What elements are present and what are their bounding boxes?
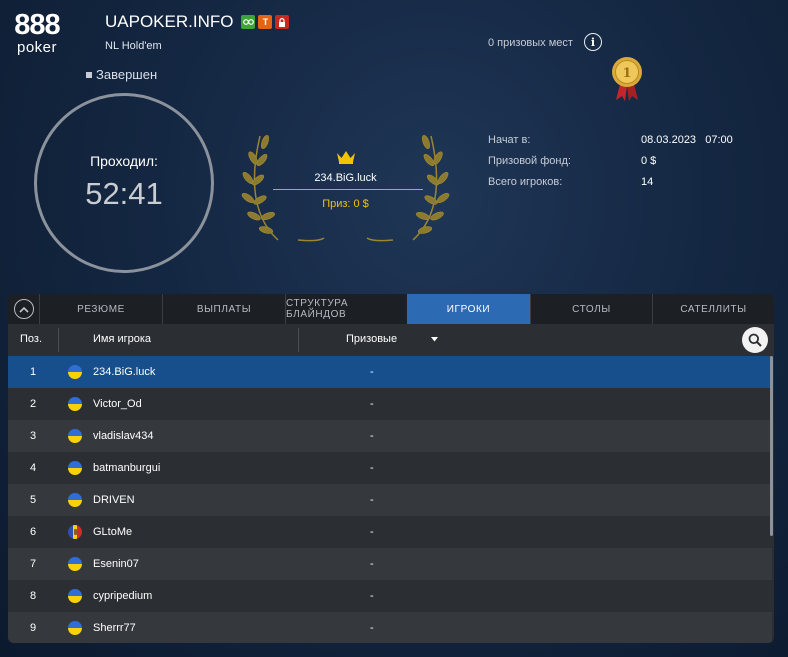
- players-list: 1 234.BiG.luck -2 Victor_Od -3 vladislav434-4…: [8, 356, 772, 643]
- player-prize: -: [370, 526, 374, 538]
- player-prize: -: [370, 590, 374, 602]
- table-row[interactable]: 5 DRIVEN -: [8, 484, 772, 516]
- total-players-label: Всего игроков:: [488, 176, 563, 188]
- table-row[interactable]: 3 vladislav434 -: [8, 420, 772, 452]
- player-name: DRIVEN: [93, 494, 135, 506]
- ukraine-flag-icon: [68, 365, 82, 379]
- ukraine-flag-icon: [68, 429, 82, 443]
- winner-prize: Приз: 0 $: [322, 198, 369, 210]
- scrollbar[interactable]: [770, 356, 773, 536]
- tournament-title: UAPOKER.INFO Т: [105, 12, 290, 32]
- tab-blind-structure[interactable]: СТРУКТУРА БЛАЙНДОВ: [285, 294, 407, 324]
- started-value: 08.03.2023 07:00: [641, 134, 733, 146]
- tab-summary[interactable]: РЕЗЮМЕ: [39, 294, 162, 324]
- glasses-icon: [241, 15, 256, 29]
- column-divider: [58, 328, 59, 352]
- player-name: cypripedium: [93, 590, 153, 602]
- lock-icon: [275, 15, 290, 29]
- ukraine-flag-icon: [68, 621, 82, 635]
- player-prize: -: [370, 430, 374, 442]
- duration-label: Проходил:: [90, 153, 158, 169]
- table-row[interactable]: 4 batmanburgui -: [8, 452, 772, 484]
- ukraine-flag-icon: [68, 557, 82, 571]
- search-icon: [748, 333, 762, 347]
- status-text: Завершен: [96, 67, 158, 82]
- crown-icon: [337, 151, 355, 164]
- player-prize: -: [370, 622, 374, 634]
- col-name-header[interactable]: Имя игрока: [93, 333, 151, 345]
- turbo-icon: Т: [258, 15, 273, 29]
- winner-panel: 234.BiG.luck Приз: 0 $: [238, 128, 453, 244]
- player-name: GLtoMe: [93, 526, 133, 538]
- 888poker-logo: 888 poker: [8, 10, 66, 60]
- winner-divider: [273, 189, 423, 190]
- player-position: 3: [29, 430, 37, 442]
- table-row[interactable]: 2 Victor_Od -: [8, 388, 772, 420]
- player-name: Esenin07: [93, 558, 139, 570]
- player-name: batmanburgui: [93, 462, 161, 474]
- duration-value: 52:41: [85, 176, 163, 211]
- player-prize: -: [370, 366, 374, 378]
- player-position: 1: [29, 366, 37, 378]
- moldova-flag-icon: [68, 525, 82, 539]
- table-row[interactable]: 8 cypripedium -: [8, 580, 772, 612]
- search-button[interactable]: [742, 327, 768, 353]
- player-name: 234.BiG.luck: [93, 366, 156, 378]
- player-position: 7: [29, 558, 37, 570]
- info-icon[interactable]: i: [584, 33, 602, 51]
- player-position: 4: [29, 462, 37, 474]
- prize-pool-value: 0 $: [641, 155, 657, 167]
- player-prize: -: [370, 558, 374, 570]
- tournament-badges: Т: [241, 15, 290, 29]
- game-type: NL Hold'em: [105, 40, 162, 52]
- logo-poker-text: poker: [16, 39, 58, 56]
- collapse-button[interactable]: [8, 294, 39, 324]
- prize-places: 0 призовых мест: [488, 37, 573, 49]
- player-position: 6: [29, 526, 37, 538]
- table-row[interactable]: 7 Esenin07 -: [8, 548, 772, 580]
- tab-bar: РЕЗЮМЕ ВЫПЛАТЫ СТРУКТУРА БЛАЙНДОВ ИГРОКИ…: [8, 294, 774, 324]
- tournament-title-text: UAPOKER.INFO: [105, 12, 234, 31]
- col-prize-header[interactable]: Призовые: [346, 333, 397, 345]
- player-position: 5: [29, 494, 37, 506]
- prize-pool-label: Призовой фонд:: [488, 155, 571, 167]
- ukraine-flag-icon: [68, 493, 82, 507]
- table-row[interactable]: 9 Sherrr77 -: [8, 612, 772, 643]
- col-position-header[interactable]: Поз.: [20, 333, 42, 345]
- table-row[interactable]: 1 234.BiG.luck -: [8, 356, 772, 388]
- ukraine-flag-icon: [68, 461, 82, 475]
- tournament-panel: РЕЗЮМЕ ВЫПЛАТЫ СТРУКТУРА БЛАЙНДОВ ИГРОКИ…: [8, 294, 774, 643]
- player-name: Sherrr77: [93, 622, 136, 634]
- table-row[interactable]: 6 GLtoMe -: [8, 516, 772, 548]
- player-position: 9: [29, 622, 37, 634]
- ukraine-flag-icon: [68, 589, 82, 603]
- tab-payouts[interactable]: ВЫПЛАТЫ: [162, 294, 285, 324]
- logo-888-text: 888: [14, 9, 60, 41]
- player-position: 8: [29, 590, 37, 602]
- tab-players[interactable]: ИГРОКИ: [407, 294, 530, 324]
- duration-ring: Проходил: 52:41: [34, 93, 214, 273]
- player-prize: -: [370, 462, 374, 474]
- tab-tables[interactable]: СТОЛЫ: [530, 294, 652, 324]
- total-players-value: 14: [641, 176, 654, 188]
- started-label: Начат в:: [488, 134, 531, 146]
- player-prize: -: [370, 398, 374, 410]
- player-prize: -: [370, 494, 374, 506]
- chevron-up-icon: [13, 299, 34, 319]
- player-name: vladislav434: [93, 430, 154, 442]
- ukraine-flag-icon: [68, 397, 82, 411]
- column-divider: [298, 328, 299, 352]
- laurel-wreath-icon: [241, 135, 450, 242]
- tournament-status: Завершен: [86, 67, 157, 82]
- player-position: 2: [29, 398, 37, 410]
- svg-text:1: 1: [622, 66, 631, 81]
- winner-name: 234.BiG.luck: [314, 172, 377, 184]
- tab-satellites[interactable]: САТЕЛЛИТЫ: [652, 294, 774, 324]
- player-name: Victor_Od: [93, 398, 142, 410]
- gold-medal-icon: 1: [612, 57, 642, 101]
- sort-down-icon[interactable]: [431, 337, 438, 342]
- players-table-header: Поз. Имя игрока Призовые: [8, 324, 774, 354]
- status-square-icon: [86, 71, 92, 78]
